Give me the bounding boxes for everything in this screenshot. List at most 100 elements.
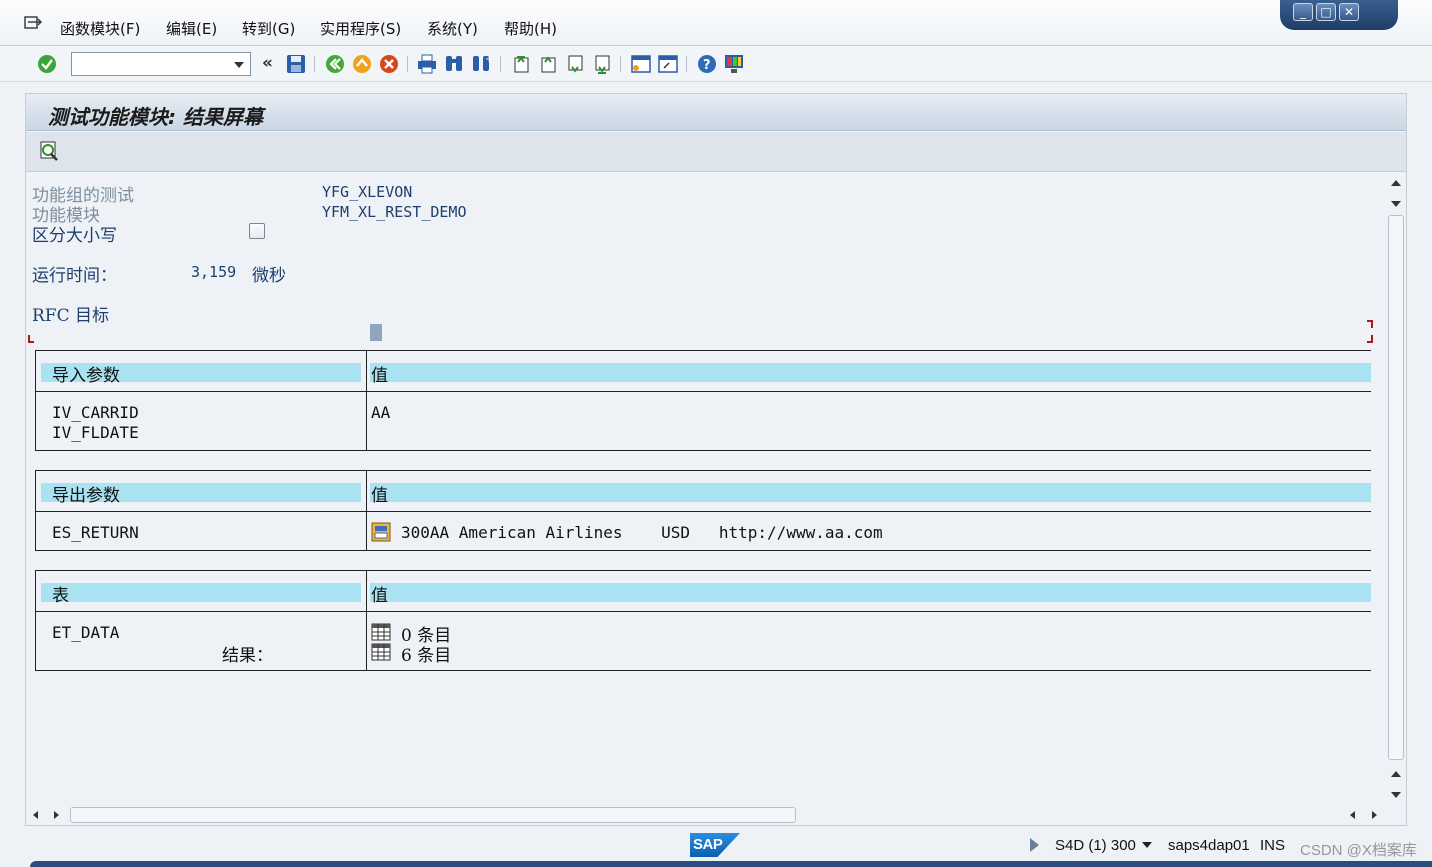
- new-session-icon[interactable]: [630, 53, 652, 75]
- minimize-icon[interactable]: _: [1293, 3, 1313, 21]
- focus-corner: [1367, 335, 1373, 343]
- scroll-up-icon[interactable]: [1391, 180, 1401, 186]
- table-row-name[interactable]: ES_RETURN: [52, 523, 139, 542]
- horizontal-scrollbar[interactable]: [25, 805, 1385, 825]
- next-page-icon[interactable]: [564, 53, 586, 75]
- structure-icon[interactable]: [371, 522, 391, 542]
- import-parameters-table: 导入参数 值 IV_CARRID AA IV_FLDATE: [35, 350, 1371, 451]
- scroll-right-icon[interactable]: [1372, 811, 1377, 819]
- table-header: [36, 483, 1371, 502]
- runtime-unit: 微秒: [252, 266, 286, 286]
- window-bottom-frame: [30, 861, 1432, 867]
- table-row-value[interactable]: 300AA American Airlines USD http://www.a…: [401, 523, 883, 542]
- status-toggle-icon[interactable]: [1030, 838, 1039, 852]
- table-row-name[interactable]: IV_CARRID: [52, 403, 139, 422]
- chevron-down-icon[interactable]: [1142, 842, 1152, 848]
- scroll-down-icon[interactable]: [1391, 792, 1401, 798]
- header-divider: [36, 611, 1371, 612]
- toolbar-separator: [620, 56, 621, 72]
- scroll-left-icon[interactable]: [33, 811, 38, 819]
- case-sensitive-label: 区分大小写: [32, 226, 117, 246]
- title-bar: 测试功能模块: 结果屏幕: [26, 94, 1406, 131]
- vertical-scrollbar[interactable]: [1386, 173, 1406, 803]
- function-group-value: YFG_XLEVON: [322, 183, 413, 201]
- toolbar-separator: [407, 56, 408, 72]
- result-label: 结果：: [222, 646, 273, 666]
- scroll-right-icon[interactable]: [54, 811, 59, 819]
- entries-after[interactable]: 6 条目: [401, 641, 451, 666]
- focus-corner: [1367, 320, 1373, 328]
- menu-utilities[interactable]: 实用程序(S): [320, 18, 401, 39]
- table-grid-icon[interactable]: [371, 643, 391, 661]
- window-controls: _ □ ✕: [1280, 0, 1398, 30]
- watermark: CSDN @X档案库: [1300, 842, 1417, 859]
- re-execute-icon[interactable]: [38, 140, 60, 162]
- maximize-icon[interactable]: □: [1316, 3, 1336, 21]
- focus-corner: [28, 335, 34, 343]
- export-param-header: 导出参数: [52, 486, 120, 506]
- svg-text:?: ?: [703, 58, 711, 73]
- server-name: saps4dap01: [1168, 837, 1250, 854]
- menu-help[interactable]: 帮助(H): [504, 18, 557, 39]
- last-page-icon[interactable]: [591, 53, 613, 75]
- menu-edit[interactable]: 编辑(E): [166, 18, 217, 39]
- header-cell: [370, 583, 1371, 602]
- cancel-icon[interactable]: [378, 53, 400, 75]
- tables-table: 表 值 ET_DATA 结果： 0 条目 6 条目: [35, 570, 1371, 671]
- case-sensitive-checkbox[interactable]: [249, 223, 265, 239]
- menu-goto[interactable]: 转到(G): [242, 18, 295, 39]
- header-cell: [370, 363, 1371, 382]
- customize-layout-icon[interactable]: [723, 53, 745, 75]
- table-row-value[interactable]: AA: [371, 403, 390, 422]
- close-icon[interactable]: ✕: [1339, 3, 1359, 21]
- command-input[interactable]: [72, 53, 222, 75]
- page-title: 测试功能模块: 结果屏幕: [48, 105, 263, 129]
- scroll-thumb[interactable]: [70, 807, 796, 823]
- standard-toolbar: « + ?: [0, 46, 1432, 82]
- table-row-name[interactable]: IV_FLDATE: [52, 423, 139, 442]
- first-page-icon[interactable]: [510, 53, 532, 75]
- header-divider: [36, 511, 1371, 512]
- application-toolbar: [26, 132, 1406, 172]
- import-value-header: 值: [371, 366, 388, 386]
- chevron-down-icon[interactable]: [234, 62, 244, 68]
- system-info[interactable]: S4D (1) 300: [1055, 837, 1136, 854]
- collapse-command-icon[interactable]: «: [262, 53, 273, 73]
- header-divider: [36, 391, 1371, 392]
- exit-icon[interactable]: [351, 53, 373, 75]
- menu-function-module[interactable]: 函数模块(F): [60, 18, 140, 39]
- table-header: [36, 583, 1371, 602]
- back-icon[interactable]: [324, 53, 346, 75]
- text-cursor: [370, 324, 382, 341]
- header-cell: [370, 483, 1371, 502]
- table-row-name[interactable]: ET_DATA: [52, 623, 119, 642]
- toolbar-separator: [314, 56, 315, 72]
- table-header: [36, 363, 1371, 382]
- command-field[interactable]: [71, 52, 251, 76]
- rfc-target-label: RFC 目标: [32, 306, 110, 326]
- function-module-value: YFM_XL_REST_DEMO: [322, 203, 467, 221]
- menu-system[interactable]: 系统(Y): [427, 18, 478, 39]
- previous-page-icon[interactable]: [537, 53, 559, 75]
- help-icon[interactable]: ?: [696, 53, 718, 75]
- save-icon[interactable]: [285, 53, 307, 75]
- scroll-up-icon[interactable]: [1391, 771, 1401, 777]
- scroll-down-icon[interactable]: [1391, 201, 1401, 207]
- print-icon[interactable]: [416, 53, 438, 75]
- enter-check-icon[interactable]: [36, 53, 58, 75]
- menu-bar: 函数模块(F) 编辑(E) 转到(G) 实用程序(S) 系统(Y) 帮助(H) …: [0, 0, 1432, 46]
- scroll-thumb[interactable]: [1388, 215, 1404, 760]
- table-grid-icon[interactable]: [371, 623, 391, 641]
- input-mode[interactable]: INS: [1260, 837, 1285, 854]
- header-cell: [41, 583, 361, 602]
- import-param-header: 导入参数: [52, 366, 120, 386]
- tables-header: 表: [52, 586, 69, 606]
- export-value-header: 值: [371, 486, 388, 506]
- runtime-value: 3,159: [191, 263, 237, 281]
- scroll-left-icon[interactable]: [1350, 811, 1355, 819]
- find-next-icon[interactable]: +: [470, 53, 492, 75]
- toolbar-separator: [500, 56, 501, 72]
- shortcut-icon[interactable]: [657, 53, 679, 75]
- system-menu-icon[interactable]: [24, 16, 42, 30]
- find-icon[interactable]: [443, 53, 465, 75]
